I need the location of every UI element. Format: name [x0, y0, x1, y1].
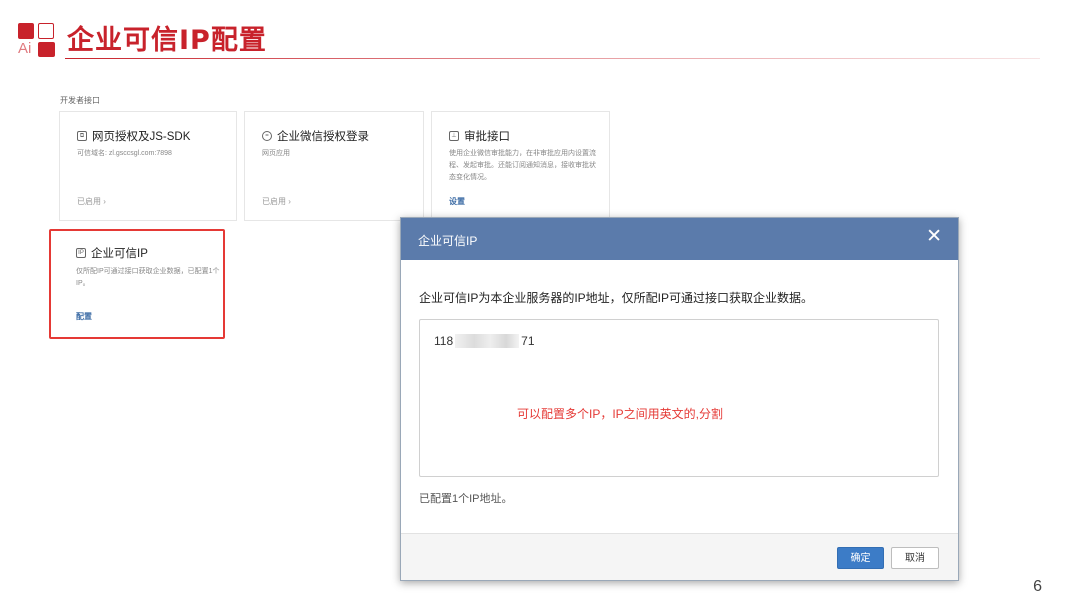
highlight-annotation-box	[49, 229, 225, 339]
section-label: 开发者接口	[60, 96, 100, 105]
close-icon[interactable]: ✕	[926, 227, 942, 247]
card-wecom-login[interactable]: = 企业微信授权登录 网页应用 已启用 ›	[244, 111, 424, 221]
logo-square-filled	[18, 23, 34, 39]
cancel-button[interactable]: 取消	[891, 547, 939, 569]
logo-square-bottom	[38, 42, 55, 57]
dialog-title: 企业可信IP	[418, 234, 478, 248]
card-description: 网页应用	[262, 150, 290, 157]
ip-redaction-mask	[455, 334, 520, 348]
card-description: 可信域名: zl.gsccsgl.com:7898	[77, 150, 172, 157]
stamp-icon: ⊥	[449, 131, 459, 141]
confirm-button[interactable]: 确定	[837, 547, 884, 569]
ip-list-textarea[interactable]: 118 71 可以配置多个IP，IP之间用英文的,分割	[419, 319, 939, 477]
card-title: 网页授权及JS-SDK	[92, 131, 191, 143]
brand-logo: Ai	[18, 23, 56, 57]
page-number: 6	[1033, 578, 1042, 595]
card-title: 审批接口	[464, 131, 510, 143]
ip-count-text: 已配置1个IP地址。	[419, 493, 513, 505]
card-web-auth-jssdk[interactable]: ⧉ 网页授权及JS-SDK 可信域名: zl.gsccsgl.com:7898 …	[59, 111, 237, 221]
logo-square-outline	[38, 23, 54, 39]
dialog-footer: 确定 取消	[401, 533, 958, 580]
logo-text: Ai	[18, 40, 32, 57]
dialog-description: 企业可信IP为本企业服务器的IP地址，仅所配IP可通过接口获取企业数据。	[419, 291, 814, 305]
card-title: 企业微信授权登录	[277, 131, 369, 143]
web-copy-icon: ⧉	[77, 131, 87, 141]
title-divider	[65, 58, 1040, 59]
card-status-link[interactable]: 已启用 ›	[77, 196, 106, 207]
ip-prefix: 118	[434, 334, 454, 348]
red-annotation-note: 可以配置多个IP，IP之间用英文的,分割	[517, 407, 724, 421]
ip-suffix: 71	[521, 334, 535, 348]
card-settings-link[interactable]: 设置	[449, 196, 465, 207]
card-status-link[interactable]: 已启用 ›	[262, 196, 291, 207]
dialog-header: 企业可信IP ✕	[401, 218, 958, 260]
card-description: 使用企业微信审批能力，在非审批应用内设置流程、发起审批。还能订阅通知消息，接收审…	[449, 150, 596, 181]
trusted-ip-dialog: 企业可信IP ✕ 企业可信IP为本企业服务器的IP地址，仅所配IP可通过接口获取…	[400, 217, 959, 581]
chat-icon: =	[262, 131, 272, 141]
slide-title: 企业可信IP配置	[67, 25, 267, 56]
card-approval-api[interactable]: ⊥ 审批接口 使用企业微信审批能力，在非审批应用内设置流程、发起审批。还能订阅通…	[431, 111, 610, 221]
